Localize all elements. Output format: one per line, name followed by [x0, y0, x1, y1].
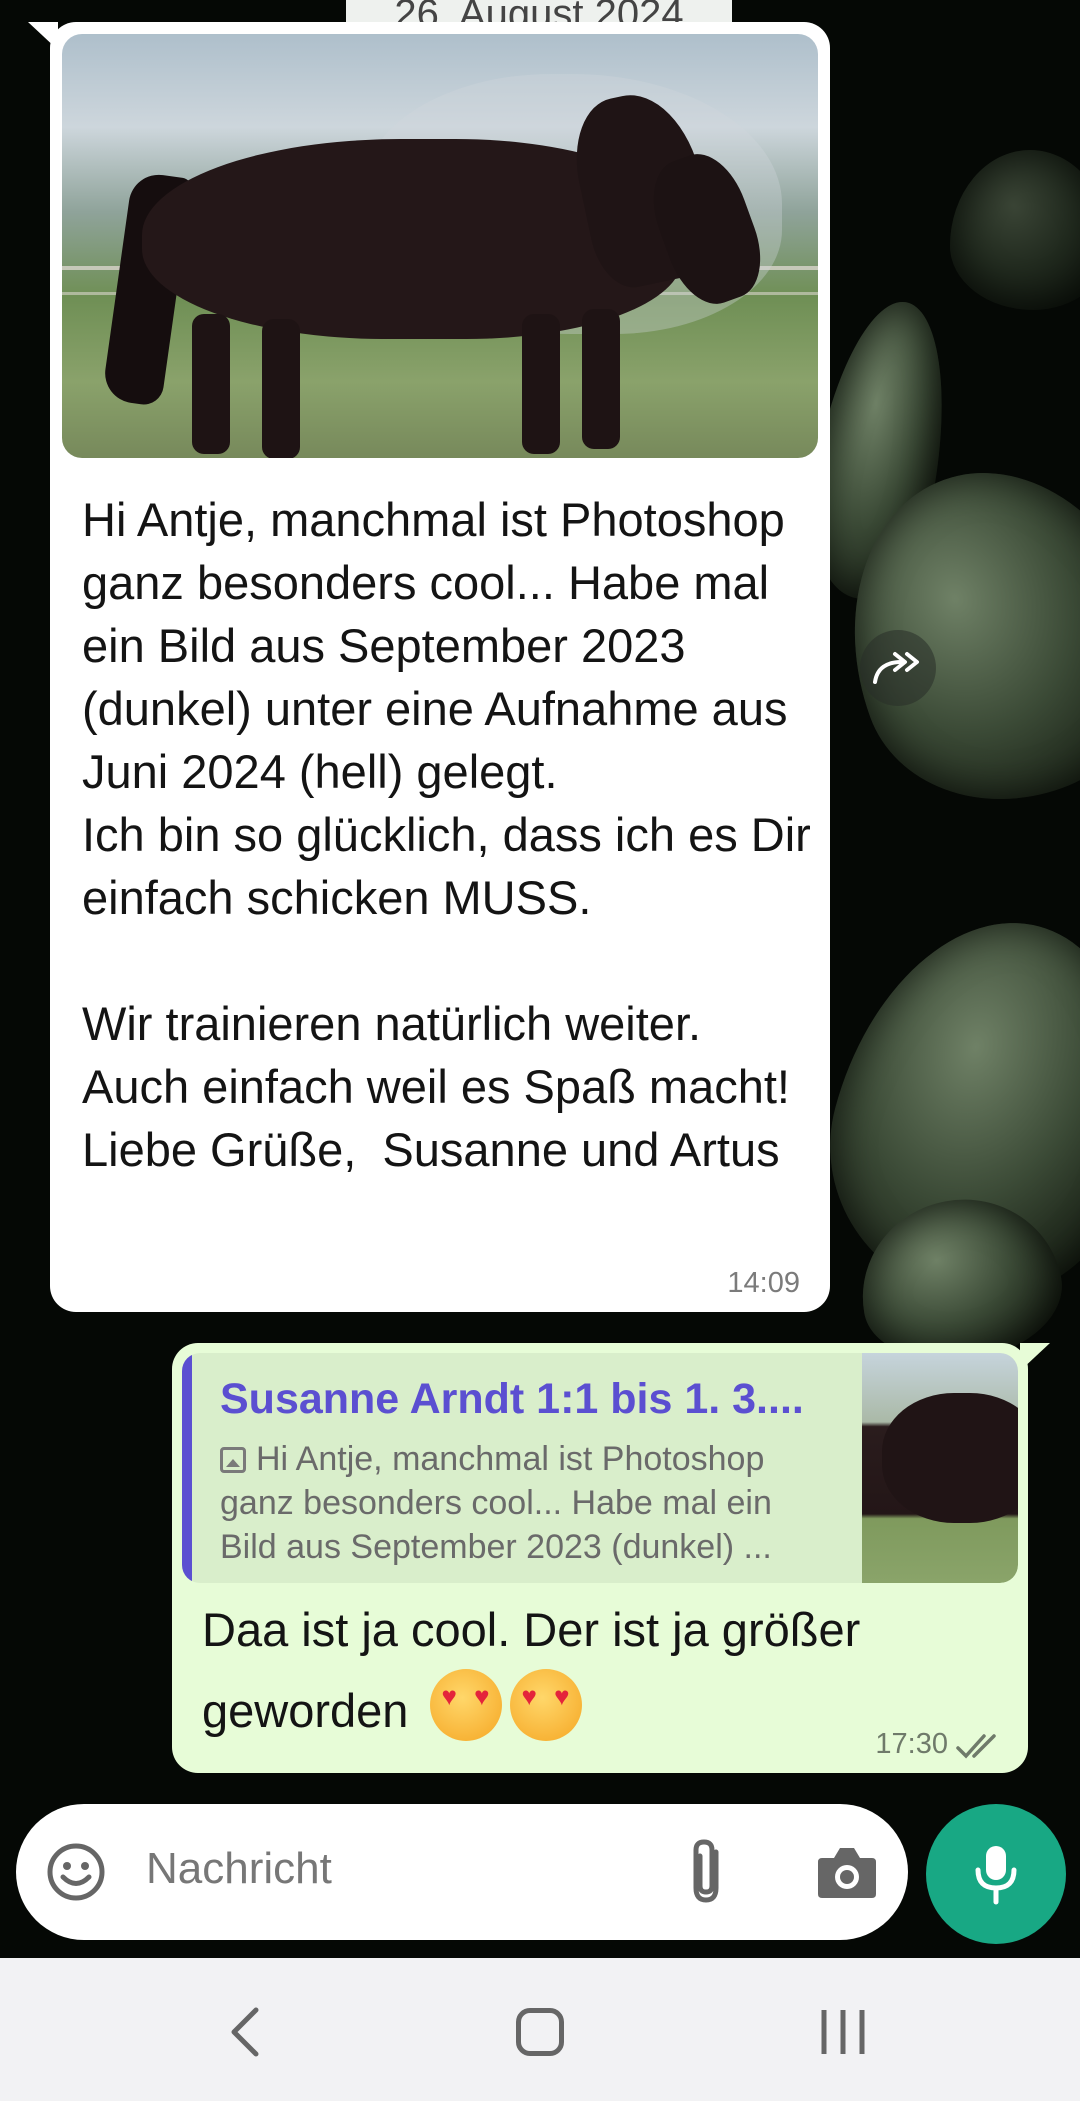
image-icon — [220, 1447, 246, 1473]
camera-icon[interactable] — [814, 1840, 880, 1904]
system-nav-bar — [0, 1958, 1080, 2101]
double-check-icon — [956, 1734, 996, 1759]
quote-thumbnail — [862, 1353, 1018, 1583]
quote-accent-bar — [182, 1353, 192, 1583]
outgoing-message-text-wrap: Daa ist ja cool. Der ist ja größer gewor… — [202, 1591, 1002, 1750]
incoming-message-bubble[interactable]: Hi Antje, manchmal ist Photoshop ganz be… — [28, 22, 830, 1312]
incoming-message-text: Hi Antje, manchmal ist Photoshop ganz be… — [82, 493, 811, 1176]
message-composer[interactable]: Nachricht — [16, 1804, 908, 1940]
message-photo[interactable] — [62, 34, 818, 458]
back-icon[interactable] — [222, 2004, 272, 2060]
forward-icon[interactable] — [860, 630, 936, 706]
incoming-message-time: 14:09 — [727, 1267, 800, 1299]
message-input[interactable]: Nachricht — [146, 1844, 332, 1894]
quote-preview-text: Hi Antje, manchmal ist Photoshop ganz be… — [220, 1440, 772, 1566]
heart-eyes-emoji-icon — [509, 1669, 582, 1741]
home-icon[interactable] — [516, 2008, 564, 2056]
outgoing-message-time: 17:30 — [875, 1728, 948, 1760]
mic-icon — [975, 1846, 1017, 1905]
heart-eyes-emoji-icon — [429, 1669, 502, 1741]
smiley-icon[interactable] — [46, 1842, 106, 1902]
quote-author: Susanne Arndt 1:1 bis 1. 3.... — [220, 1375, 804, 1423]
chat-screen: 26. August 2024 Hi Antje, manchmal ist P… — [0, 0, 1080, 2101]
outgoing-message-bubble[interactable]: Susanne Arndt 1:1 bis 1. 3.... Hi Antje,… — [172, 1343, 1050, 1773]
quote-preview: Hi Antje, manchmal ist Photoshop ganz be… — [220, 1437, 830, 1569]
quoted-message[interactable]: Susanne Arndt 1:1 bis 1. 3.... Hi Antje,… — [182, 1353, 1018, 1583]
paperclip-icon[interactable] — [678, 1836, 738, 1908]
mic-button[interactable] — [926, 1804, 1066, 1944]
recent-apps-icon[interactable] — [818, 2008, 868, 2056]
